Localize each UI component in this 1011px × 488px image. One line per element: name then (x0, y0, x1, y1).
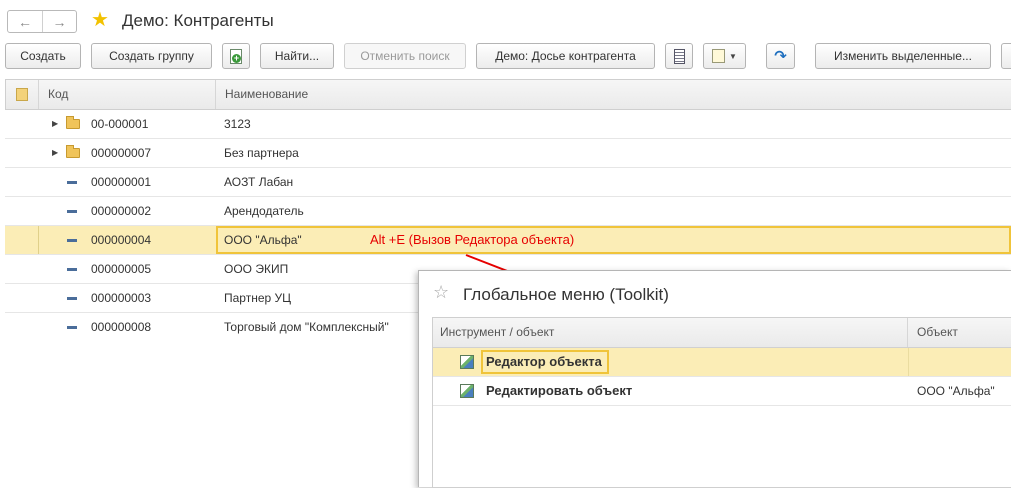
table-header: Код Наименование (5, 79, 1011, 110)
dossier-button[interactable]: Демо: Досье контрагента (476, 43, 655, 69)
item-icon (67, 297, 77, 300)
panel-title: Глобальное меню (Toolkit) (463, 285, 669, 304)
expand-triangle-icon[interactable]: ▶ (52, 148, 58, 157)
find-button[interactable]: Найти... (260, 43, 334, 69)
row-code: 000000001 (91, 175, 152, 189)
toolkit-table: Инструмент / объект Объект Редактор объе… (432, 317, 1011, 488)
row-name: Без партнера (224, 146, 299, 160)
nav-buttons: ← → (7, 10, 77, 33)
item-icon (67, 239, 77, 242)
note-icon (16, 88, 28, 101)
current-cell-frame (216, 226, 1011, 254)
table-row[interactable]: ▶ 00-000001 3123 (5, 110, 1011, 139)
row-name: ООО ЭКИП (224, 262, 289, 276)
row-code: 00-000001 (91, 117, 149, 131)
jump-arrow-icon: ↷ (774, 48, 787, 65)
row-name: АОЗТ Лабан (224, 175, 294, 189)
object-editor-icon (460, 355, 474, 369)
favorite-star-icon[interactable]: ☆ (433, 282, 449, 303)
forward-arrow-icon[interactable]: → (41, 11, 76, 32)
row-name: Партнер УЦ (224, 291, 292, 305)
notes-column-header[interactable] (6, 80, 39, 109)
name-column-header[interactable]: Наименование (217, 80, 1011, 109)
toolkit-row-tool: Редактор объекта (486, 354, 602, 369)
item-icon (67, 210, 77, 213)
back-arrow-icon[interactable]: ← (8, 11, 42, 32)
title-bar: ← → ★ Демо: Контрагенты (0, 0, 1011, 42)
item-icon (67, 268, 77, 271)
toolkit-row-selected[interactable]: Редактор объекта (433, 348, 1011, 377)
chevron-down-icon: ▼ (729, 51, 737, 61)
table-row[interactable]: 000000001 АОЗТ Лабан (5, 168, 1011, 197)
page-title: Демо: Контрагенты (122, 11, 274, 30)
cancel-search-button[interactable]: Отменить поиск (344, 43, 466, 69)
table-row[interactable]: ▶ 000000007 Без партнера (5, 139, 1011, 168)
edit-selected-button[interactable]: Изменить выделенные... (815, 43, 991, 69)
row-code: 000000007 (91, 146, 152, 160)
row-name: Арендодатель (224, 204, 304, 218)
toolkit-table-header: Инструмент / объект Объект (433, 318, 1011, 348)
row-code: 000000003 (91, 291, 152, 305)
item-icon (67, 326, 77, 329)
goto-button[interactable]: ↷ (766, 43, 795, 69)
create-group-button[interactable]: Создать группу (91, 43, 212, 69)
folder-icon (66, 145, 80, 158)
favorite-star-icon[interactable]: ★ (91, 9, 109, 31)
row-name: ООО "Альфа" (224, 233, 302, 247)
toolkit-row-tool: Редактировать объект (486, 383, 633, 398)
expand-triangle-icon[interactable]: ▶ (52, 119, 58, 128)
row-name: Торговый дом "Комплексный" (224, 320, 389, 334)
row-code: 000000005 (91, 262, 152, 276)
copy-button[interactable] (222, 43, 250, 69)
reports-dropdown-button[interactable]: ▼ (703, 43, 746, 69)
create-button[interactable]: Создать (5, 43, 81, 69)
toolbar: Создать Создать группу Найти... Отменить… (0, 43, 1011, 71)
toolkit-row-object: ООО "Альфа" (917, 384, 995, 398)
code-column-header[interactable]: Код (40, 80, 216, 109)
toolkit-row[interactable]: Редактировать объект ООО "Альфа" (433, 377, 1011, 406)
object-column-header[interactable]: Объект (909, 318, 1011, 347)
hotkey-annotation: Alt +E (Вызов Редактора объекта) (370, 232, 575, 247)
global-menu-panel: ☆ Глобальное меню (Toolkit) Инструмент /… (418, 270, 1011, 488)
report-icon (712, 49, 726, 63)
more-button[interactable] (1001, 43, 1011, 69)
row-code: 000000002 (91, 204, 152, 218)
folder-icon (66, 116, 80, 129)
list-icon (673, 48, 685, 64)
item-icon (67, 181, 77, 184)
row-code: 000000004 (91, 233, 152, 247)
add-document-icon (230, 48, 242, 64)
edit-object-icon (460, 384, 474, 398)
tool-column-header[interactable]: Инструмент / объект (433, 318, 908, 347)
list-settings-button[interactable] (665, 43, 693, 69)
row-code: 000000008 (91, 320, 152, 334)
row-name: 3123 (224, 117, 251, 131)
table-row[interactable]: 000000002 Арендодатель (5, 197, 1011, 226)
